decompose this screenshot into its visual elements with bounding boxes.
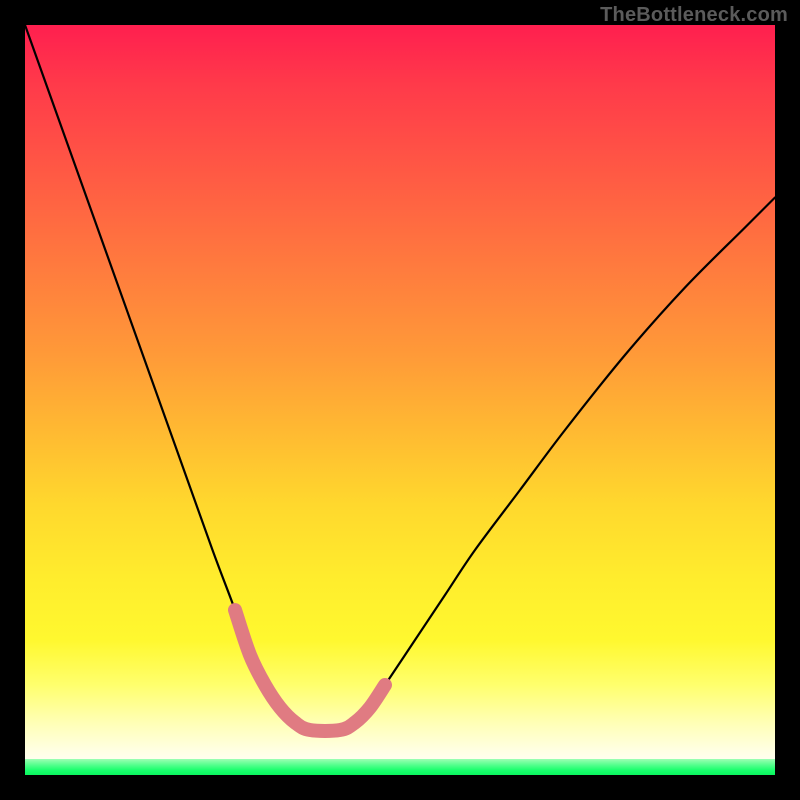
bottleneck-chart — [25, 25, 775, 775]
highlight-valley-path — [235, 610, 385, 731]
chart-stage: TheBottleneck.com — [0, 0, 800, 800]
bottleneck-curve-path — [25, 25, 775, 731]
plot-area — [25, 25, 775, 775]
watermark-text: TheBottleneck.com — [600, 4, 788, 27]
